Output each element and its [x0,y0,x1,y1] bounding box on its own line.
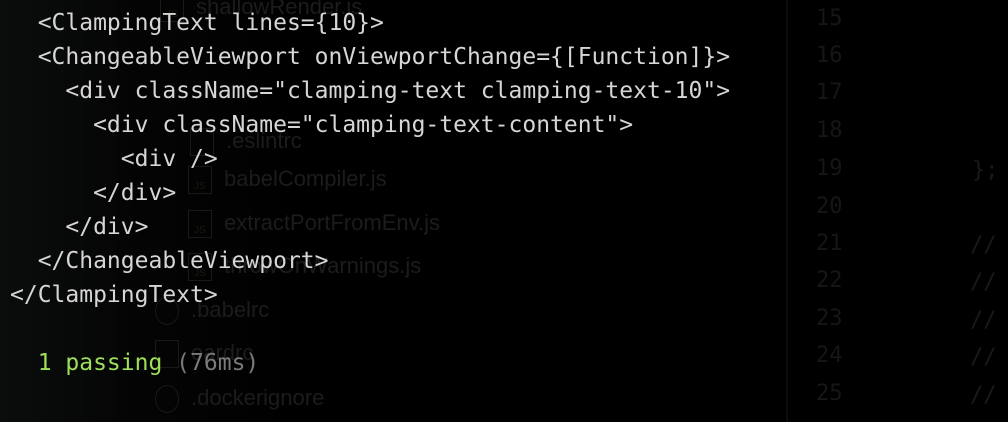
test-duration: (76ms) [162,350,260,376]
code-fragment: }; [972,158,999,183]
line-number: 15 [816,6,843,31]
line-number: 18 [816,118,843,143]
output-line: </ClampingText> [10,282,218,308]
test-result: 1 passing (76ms) [10,346,730,380]
passing-count: 1 passing [10,350,163,376]
line-number: 19 [816,156,843,181]
code-fragment: // [970,383,997,408]
line-number: 23 [816,306,843,331]
output-line: <div /> [10,146,218,172]
line-number: 25 [816,381,843,406]
docker-icon [155,385,179,414]
code-fragment: // [970,233,997,258]
line-number: 17 [816,80,843,105]
editor-gutter-divider [786,0,788,422]
output-line: <ClampingText lines={10}> [10,10,384,36]
file-item: .dockerignore [155,385,324,414]
line-number: 22 [816,268,843,293]
output-line: </div> [10,214,149,240]
code-fragment: // [970,270,997,295]
output-line: <div className="clamping-text-content"> [10,112,634,138]
output-line: <ChangeableViewport onViewportChange={[F… [10,44,731,70]
line-number: 20 [816,194,843,219]
output-line: <div className="clamping-text clamping-t… [10,78,731,104]
line-number: 24 [816,343,843,368]
code-fragment: // [970,308,997,333]
line-number: 21 [816,231,843,256]
line-number: 16 [816,43,843,68]
output-line: </div> [10,180,177,206]
code-fragment: // [970,345,997,370]
output-line: </ChangeableViewport> [10,248,329,274]
terminal-output: <ClampingText lines={10}> <ChangeableVie… [10,6,730,380]
